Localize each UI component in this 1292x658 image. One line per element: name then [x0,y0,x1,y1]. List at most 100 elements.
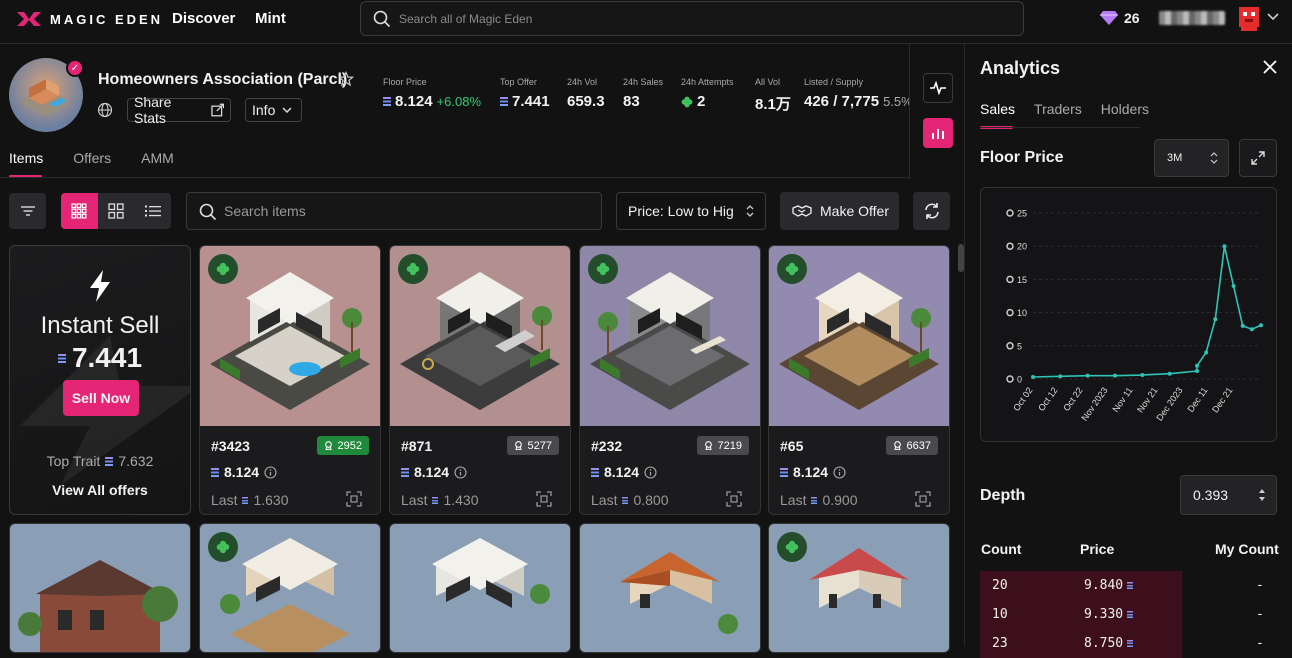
floor-price-point[interactable] [1113,373,1117,378]
expand-icon [1251,151,1265,165]
floor-price-point[interactable] [1231,284,1236,289]
rank-icon [324,441,332,450]
view-grid-large-button[interactable] [61,193,98,229]
top-navigation-bar: MAGIC EDEN Discover Mint 26 [0,0,1292,44]
info-dropdown[interactable]: Info [245,98,302,122]
stepper-icon[interactable] [1258,487,1266,503]
info-circle-icon[interactable] [644,465,657,479]
stat-label: 24h Sales [623,77,664,87]
floor-price-point[interactable] [1140,373,1145,378]
filter-button[interactable] [9,193,46,229]
magic-eden-logo[interactable]: MAGIC EDEN [16,10,163,28]
y-tick-marker [1006,308,1014,317]
chevron-down-icon [282,107,292,114]
nft-price: 8.124 [211,464,277,480]
floor-price-point[interactable] [1249,327,1254,332]
favorite-star-icon[interactable] [338,71,354,87]
info-circle-icon[interactable] [264,465,277,479]
items-search-input[interactable] [224,193,584,229]
nft-card[interactable] [768,523,950,653]
quick-view-icon[interactable] [346,491,362,507]
sell-now-button[interactable]: Sell Now [63,380,139,416]
last-sale-value: 0.900 [822,492,858,508]
floor-price-point[interactable] [1085,373,1090,378]
nav-mint[interactable]: Mint [255,10,286,27]
view-all-offers-link[interactable]: View All offers [10,482,190,498]
rarity-rank-badge: 2952 [316,436,369,455]
y-tick-marker [1006,275,1014,284]
quick-view-icon[interactable] [726,491,742,507]
y-tick-marker [1006,375,1014,383]
sort-dropdown[interactable]: Price: Low to Hig [616,192,766,230]
items-search-bar[interactable] [186,192,602,230]
quick-view-icon[interactable] [915,491,931,507]
nft-card[interactable] [9,523,191,653]
tab-holders[interactable]: Holders [1101,101,1149,129]
view-list-button[interactable] [134,193,171,229]
depth-input[interactable]: 0.393 [1180,475,1277,515]
info-circle-icon[interactable] [833,465,846,479]
nft-card[interactable] [199,523,381,653]
floor-price-chart[interactable]: 0 5 10 15 20 25 Oct 02 Oct 12 Oct 22 Nov 2023 Nov … [980,187,1277,442]
floor-price-point[interactable] [1204,350,1209,355]
stat-value: 2 [697,93,706,110]
grid-icon [108,203,124,219]
nft-image [432,538,550,608]
floor-price-point[interactable] [1195,363,1199,368]
tab-offers[interactable]: Offers [73,150,111,178]
depth-count: 23 [992,636,1008,651]
close-icon[interactable] [1262,59,1278,75]
global-search-input[interactable] [399,2,999,35]
floor-price-point[interactable] [1195,369,1199,374]
expand-chart-button[interactable] [1239,139,1277,177]
make-offer-button[interactable]: Make Offer [780,192,899,230]
floor-price-point[interactable] [1213,317,1218,322]
time-range-select[interactable]: 3M [1154,139,1229,177]
stat-value: 7.441 [512,93,550,110]
info-circle-icon[interactable] [454,465,467,479]
activity-toggle-button[interactable] [923,73,953,103]
nft-card[interactable]: #65 6637 8.124 Last 0.900 [768,245,950,515]
analytics-toggle-button[interactable] [923,118,953,148]
stat-listed-supply: Listed / Supply 426 / 7,7755.5% [804,77,909,110]
grid-scrollbar[interactable] [958,244,964,272]
global-search-bar[interactable] [360,1,1024,36]
chevron-down-icon[interactable] [1266,12,1280,22]
quick-view-icon[interactable] [536,491,552,507]
tab-items[interactable]: Items [9,150,43,178]
refresh-button[interactable] [913,192,950,230]
tab-traders[interactable]: Traders [1034,101,1082,129]
nft-card[interactable]: #3423 2952 8.124 Last 1.630 [199,245,381,515]
nft-card[interactable]: #232 7219 8.124 Last 0.800 [579,245,761,515]
tab-amm[interactable]: AMM [141,150,174,178]
floor-price-point[interactable] [1167,371,1172,376]
instant-sell-price: 7.441 [10,342,190,374]
filter-icon [20,206,35,216]
y-tick-label: 0 [1017,375,1022,385]
nft-card[interactable] [389,523,571,653]
floor-price-point[interactable] [1240,323,1245,328]
floor-price-point[interactable] [1031,375,1035,380]
nft-card[interactable] [579,523,761,653]
website-globe-icon[interactable] [97,102,113,118]
sort-label: Price: Low to Hig [628,203,734,219]
nft-card[interactable]: #871 5277 8.124 Last 1.430 [389,245,571,515]
depth-price: 8.750 [1084,636,1124,651]
tab-sales[interactable]: Sales [980,101,1015,129]
gem-balance[interactable]: 26 [1100,10,1140,26]
clover-icon [216,540,230,554]
y-tick-marker [1006,209,1014,217]
floor-price-point[interactable] [1058,374,1063,379]
nav-discover[interactable]: Discover [172,10,235,27]
wallet-address-blurred[interactable] [1159,11,1225,25]
tabs-divider [0,177,909,178]
depth-row: 10 9.330 - [980,600,1277,629]
stat-label: Floor Price [383,77,427,87]
view-grid-button[interactable] [98,193,135,229]
floor-price-point[interactable] [1259,323,1263,328]
stat-24h-vol: 24h Vol 659.3 [567,77,605,110]
floor-price-point[interactable] [1222,244,1227,249]
user-avatar[interactable] [1236,5,1262,31]
stat-listed-percent: 5.5% [883,94,909,109]
share-stats-button[interactable]: Share Stats [127,94,231,126]
